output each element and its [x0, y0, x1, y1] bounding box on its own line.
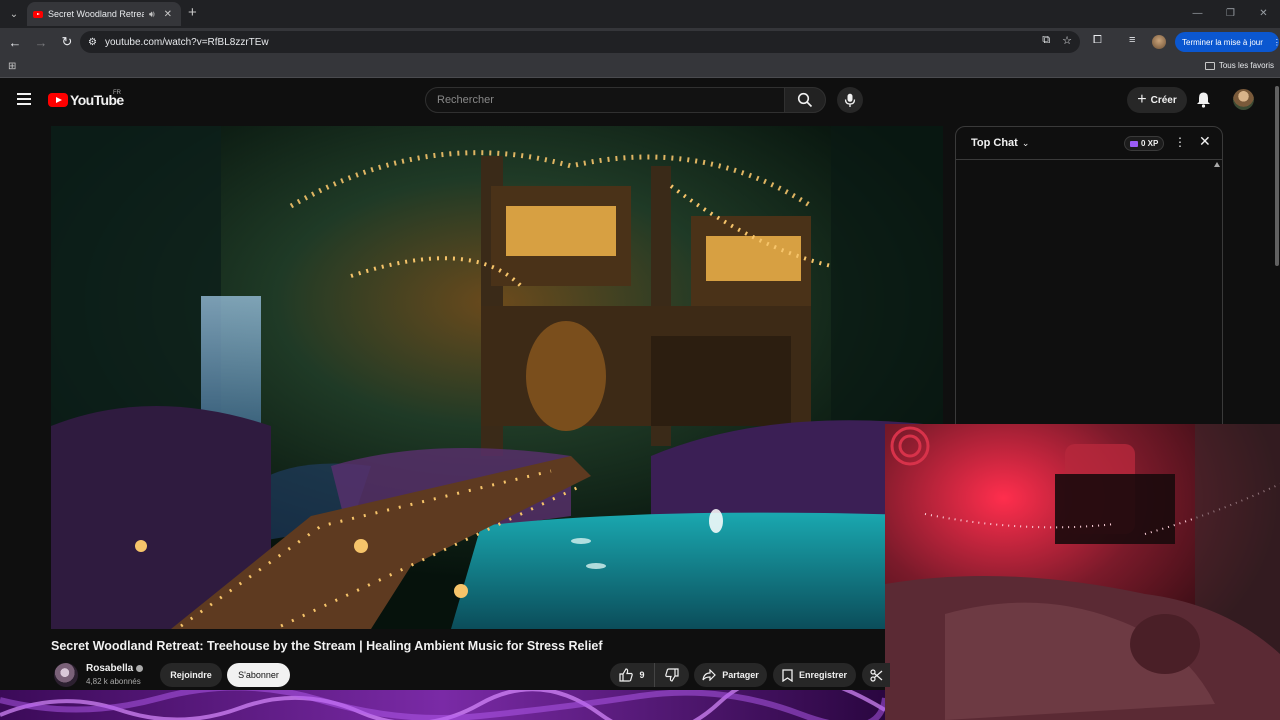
video-player[interactable] [51, 126, 943, 629]
close-icon[interactable]: ✕ [1199, 133, 1211, 150]
voice-search-button[interactable] [837, 87, 863, 113]
extensions-icon[interactable]: ⧠ [1093, 34, 1102, 47]
tab-title: Secret Woodland Retreat: T [48, 9, 144, 19]
page-scrollbar[interactable] [1275, 86, 1279, 266]
close-icon[interactable]: ✕ [164, 9, 172, 20]
xp-badge[interactable]: 0 XP [1124, 136, 1165, 151]
live-chat-panel: Top Chat ⌄ 0 XP ⋮ ✕ [955, 126, 1223, 426]
video-frame [51, 126, 943, 629]
media-icon[interactable]: ≡ [1129, 34, 1135, 46]
kebab-icon[interactable]: ⋮ [1273, 38, 1280, 47]
url-text[interactable]: youtube.com/watch?v=RfBL8zzrTEw [105, 37, 269, 48]
chevron-down-icon[interactable]: ⌄ [1022, 138, 1030, 149]
minimize-icon[interactable]: — [1181, 0, 1214, 28]
maximize-icon[interactable]: ❐ [1214, 0, 1247, 28]
chat-header: Top Chat ⌄ 0 XP ⋮ ✕ [956, 127, 1222, 160]
like-icon [619, 668, 634, 682]
channel-row: Rosabella 4,82 k abonnés Rejoindre S'abo… [51, 662, 890, 688]
share-label: Partager [722, 670, 759, 680]
search-placeholder: Rechercher [437, 94, 494, 106]
like-count: 9 [639, 670, 645, 680]
hamburger-icon[interactable] [17, 93, 31, 105]
xp-gem-icon [1130, 140, 1138, 147]
reload-icon[interactable]: ↻ [56, 31, 78, 53]
update-button[interactable]: Terminer la mise à jour ⋮ [1175, 32, 1280, 52]
like-dislike-group: 9 [610, 663, 689, 687]
all-bookmarks-label: Tous les favoris [1218, 61, 1274, 70]
search-input[interactable]: Rechercher [425, 87, 785, 113]
avatar[interactable] [1233, 89, 1254, 110]
purple-overlay-graphic [0, 690, 885, 720]
chat-scroll-up-icon[interactable] [1214, 162, 1220, 167]
join-button[interactable]: Rejoindre [160, 663, 222, 687]
country-code: FR [113, 90, 121, 96]
video-title: Secret Woodland Retreat: Treehouse by th… [51, 639, 603, 653]
folder-icon [1204, 61, 1215, 70]
browser-profile-avatar[interactable] [1152, 35, 1166, 49]
webcam-feed [885, 424, 1280, 720]
tab-search-icon[interactable]: ⌄ [0, 0, 28, 28]
install-app-icon[interactable]: ⧉ [1042, 34, 1050, 47]
new-tab-icon[interactable]: + [188, 4, 197, 21]
youtube-play-icon [48, 93, 68, 107]
audio-icon[interactable]: 🔊︎ [149, 9, 155, 20]
dislike-icon [665, 668, 679, 682]
address-bar[interactable]: ⚙︎ youtube.com/watch?v=RfBL8zzrTEw ⧉ ☆ [80, 31, 1080, 53]
star-icon[interactable]: ☆ [1062, 34, 1072, 47]
webcam-overlay [885, 424, 1280, 720]
share-icon [702, 669, 717, 681]
search-icon [797, 92, 813, 108]
dislike-button[interactable] [655, 663, 689, 687]
xp-label: 0 XP [1141, 139, 1159, 148]
save-icon [782, 668, 793, 682]
omnibox-actions: ⧉ ☆ [1042, 34, 1072, 47]
browser-tab[interactable]: Secret Woodland Retreat: T 🔊︎ ✕ [27, 2, 181, 26]
channel-name-wrap[interactable]: Rosabella [86, 663, 144, 674]
channel-avatar[interactable] [54, 663, 78, 687]
plus-icon: + [1137, 91, 1147, 108]
back-icon[interactable]: ← [4, 31, 26, 53]
window-close-icon[interactable]: ✕ [1247, 0, 1280, 28]
forward-icon[interactable]: → [30, 31, 52, 53]
subscribe-button[interactable]: S'abonner [227, 663, 290, 687]
kebab-icon[interactable]: ⋮ [1174, 135, 1186, 149]
apps-icon[interactable]: ⊞ [8, 61, 16, 72]
bookmarks-bar: ⊞ Tous les favoris [0, 56, 1280, 78]
like-button[interactable]: 9 [610, 663, 655, 687]
youtube-header: YouTube FR Rechercher + Créer [0, 79, 1280, 121]
site-info-icon[interactable]: ⚙︎ [88, 37, 97, 48]
clip-icon [869, 668, 882, 682]
youtube-favicon-icon [33, 10, 43, 18]
save-label: Enregistrer [798, 670, 848, 680]
bottom-overlay-strip [0, 690, 885, 720]
browser-tab-bar: ⌄ Secret Woodland Retreat: T 🔊︎ ✕ + — ❐ … [0, 0, 1280, 28]
create-button[interactable]: + Créer [1127, 87, 1187, 113]
clip-button[interactable] [862, 663, 890, 687]
chat-title[interactable]: Top Chat [971, 137, 1018, 149]
mic-icon [844, 93, 856, 107]
browser-toolbar: ← → ↻ ⚙︎ youtube.com/watch?v=RfBL8zzrTEw… [0, 28, 1280, 56]
window-controls: — ❐ ✕ [1181, 0, 1280, 28]
channel-name[interactable]: Rosabella [86, 663, 133, 674]
bell-icon[interactable] [1196, 91, 1211, 113]
subscriber-count: 4,82 k abonnés [86, 677, 141, 686]
update-label: Terminer la mise à jour [1182, 37, 1263, 47]
create-label: Créer [1150, 94, 1177, 106]
verified-icon [136, 665, 144, 672]
share-button[interactable]: Partager [694, 663, 767, 687]
search-button[interactable] [784, 87, 826, 113]
save-button[interactable]: Enregistrer [773, 663, 856, 687]
all-bookmarks[interactable]: Tous les favoris [1204, 61, 1274, 70]
